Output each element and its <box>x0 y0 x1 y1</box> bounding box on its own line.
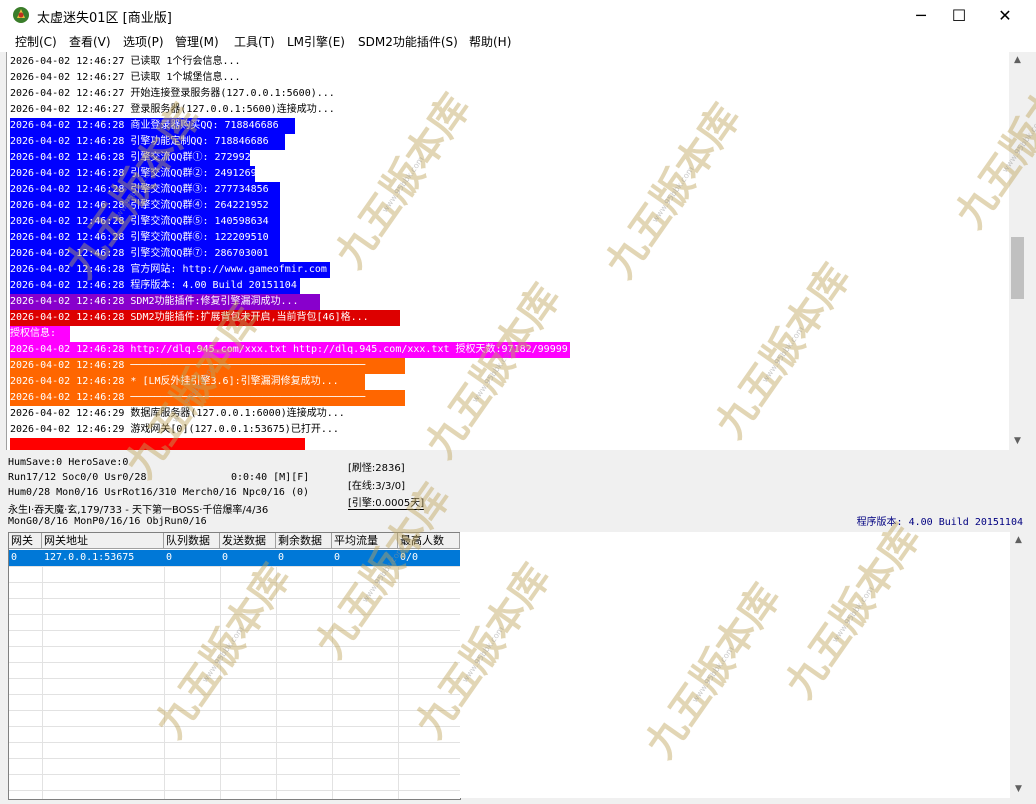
cell-address: 127.0.0.1:53675 <box>44 552 135 563</box>
log-line: 2026-04-02 12:46:28 引擎交流QQ群⑥: 122209510 <box>10 230 280 246</box>
status-monsters: MonG0/8/16 MonP0/16/16 ObjRun0/16 <box>8 516 207 527</box>
grid-col-line <box>332 566 333 799</box>
col-max-users[interactable]: 最高人数 <box>398 533 460 549</box>
status-save: HumSave:0 HeroSave:0 <box>8 457 129 468</box>
menu-help[interactable]: 帮助(H) <box>469 33 511 51</box>
log-line: 2026-04-02 12:46:28 ────────────────────… <box>10 390 405 406</box>
status-online: [在线:3/3/0] <box>348 481 405 492</box>
menu-tools[interactable]: 工具(T) <box>234 33 275 51</box>
menu-manage[interactable]: 管理(M) <box>175 33 219 51</box>
status-humans: Hum0/28 Mon0/16 UsrRot16/310 Merch0/16 N… <box>8 487 310 498</box>
log-line: 2026-04-02 12:46:28 引擎交流QQ群①: 27299223 <box>10 150 263 166</box>
log-line: 2026-04-02 12:46:27 登录服务器(127.0.0.1:5600… <box>10 104 335 115</box>
grid-row-line <box>9 614 460 615</box>
gateway-table[interactable]: 网关 网关地址 队列数据 发送数据 剩余数据 平均流量 最高人数 0 127.0… <box>8 532 461 800</box>
status-map: 永生Ⅰ·吞天魔·玄,179/733 - 天下第一BOSS·千倍爆率/4/36 <box>8 505 269 516</box>
log-line: 2026-04-02 12:46:28 SDM2功能插件:扩展背包未开启,当前背… <box>10 310 400 326</box>
log-line: 授权信息: <box>10 326 70 342</box>
log-line: 2026-04-02 12:46:28 * [LM反外挂引擎3.6]:引擎漏洞修… <box>10 374 365 390</box>
cell-remain: 0 <box>278 552 285 563</box>
status-engine: [引擎:0.0005天] <box>348 494 425 510</box>
menu-bar: 控制(C) 查看(V) 选项(P) 管理(M) 工具(T) LM引擎(E) SD… <box>0 32 1036 52</box>
grid-row-line <box>9 646 460 647</box>
log-line: 2026-04-02 12:46:28 引擎交流QQ群④: 264221952 <box>10 198 280 214</box>
status-time: 0:0:40 [M][F] <box>231 472 310 483</box>
scroll-down-icon[interactable]: ▼ <box>1010 781 1027 798</box>
log-scrollbar[interactable]: ▲ ▼ <box>1009 52 1026 450</box>
table-empty-area <box>460 532 1010 798</box>
status-refresh: [刷怪:2836] <box>348 463 405 474</box>
status-panel: HumSave:0 HeroSave:0 Run17/12 Soc0/0 Usr… <box>6 453 1029 529</box>
menu-options[interactable]: 选项(P) <box>123 33 164 51</box>
log-line: 2026-04-02 12:46:29 游戏网关[0](127.0.0.1:53… <box>10 424 339 435</box>
grid-col-line <box>164 566 165 799</box>
col-remain[interactable]: 剩余数据 <box>276 533 332 549</box>
log-line: 2026-04-02 12:46:28 引擎交流QQ群⑤: 140598634 <box>10 214 280 230</box>
log-line: 2026-04-02 12:46:28 引擎交流QQ群②: 249126912 <box>10 166 269 182</box>
table-scrollbar[interactable]: ▲ ▼ <box>1010 532 1027 798</box>
log-line: 2026-04-02 12:46:28 商业登录器购买QQ: 718846686 <box>10 118 295 134</box>
cell-gateway: 0 <box>11 552 18 563</box>
grid-row-line <box>9 726 460 727</box>
col-gateway[interactable]: 网关 <box>9 533 42 549</box>
log-line: 2026-04-02 12:46:27 已读取 1个行会信息... <box>10 56 241 67</box>
status-run: Run17/12 Soc0/0 Usr0/28 <box>8 472 147 483</box>
window-title: 太虚迷失01区 [商业版] <box>37 11 172 26</box>
log-line: 2026-04-02 12:46:27 已读取 1个城堡信息... <box>10 72 241 83</box>
title-bar[interactable]: 太虚迷失01区 [商业版] ─ ☐ ✕ <box>0 0 1036 32</box>
log-line: 2026-04-02 12:46:28 引擎交流QQ群⑦: 286703001 <box>10 246 280 262</box>
grid-row-line <box>9 758 460 759</box>
close-button[interactable]: ✕ <box>982 0 1028 32</box>
scroll-up-icon[interactable]: ▲ <box>1009 52 1026 69</box>
grid-col-line <box>276 566 277 799</box>
log-panel[interactable]: 2026-04-02 12:46:27 已读取 1个行会信息... 2026-04… <box>6 52 1010 450</box>
col-address[interactable]: 网关地址 <box>42 533 164 549</box>
log-line: 2026-04-02 12:46:30 <box>10 438 305 450</box>
version-label: 程序版本: 4.00 Build 20151104 <box>856 517 1023 528</box>
scroll-thumb[interactable] <box>1011 237 1024 299</box>
grid-row-line <box>9 710 460 711</box>
menu-control[interactable]: 控制(C) <box>15 33 57 51</box>
maximize-button[interactable]: ☐ <box>936 0 982 32</box>
app-icon <box>13 7 29 23</box>
col-send[interactable]: 发送数据 <box>220 533 276 549</box>
grid-row-line <box>9 742 460 743</box>
col-avg-traffic[interactable]: 平均流量 <box>332 533 398 549</box>
menu-view[interactable]: 查看(V) <box>69 33 111 51</box>
col-queue[interactable]: 队列数据 <box>164 533 220 549</box>
grid-col-line <box>220 566 221 799</box>
grid-row-line <box>9 582 460 583</box>
log-line: 2026-04-02 12:46:28 引擎功能定制QQ: 718846686 <box>10 134 285 150</box>
menu-lm-engine[interactable]: LM引擎(E) <box>287 33 345 51</box>
grid-row-line <box>9 678 460 679</box>
grid-col-line <box>398 566 399 799</box>
log-line: 2026-04-02 12:46:28 http://dlq.945.com/x… <box>10 342 570 358</box>
log-line: 2026-04-02 12:46:28 SDM2功能插件:修复引擎漏洞成功... <box>10 294 320 310</box>
menu-sdm2-plugin[interactable]: SDM2功能插件(S) <box>358 33 458 51</box>
grid-row-line <box>9 662 460 663</box>
log-line: 2026-04-02 12:46:28 程序版本: 4.00 Build 201… <box>10 278 300 294</box>
log-line: 2026-04-02 12:46:28 官方网站: http://www.gam… <box>10 262 330 278</box>
cell-queue: 0 <box>166 552 173 563</box>
cell-send: 0 <box>222 552 229 563</box>
scroll-up-icon[interactable]: ▲ <box>1010 532 1027 549</box>
cell-max-users: 0/0 <box>400 552 419 563</box>
grid-row-line <box>9 790 460 791</box>
grid-row-line <box>9 774 460 775</box>
grid-col-line <box>42 566 43 799</box>
scroll-down-icon[interactable]: ▼ <box>1009 433 1026 450</box>
grid-row-line <box>9 598 460 599</box>
log-line: 2026-04-02 12:46:27 开始连接登录服务器(127.0.0.1:… <box>10 88 335 99</box>
grid-row-line <box>9 694 460 695</box>
